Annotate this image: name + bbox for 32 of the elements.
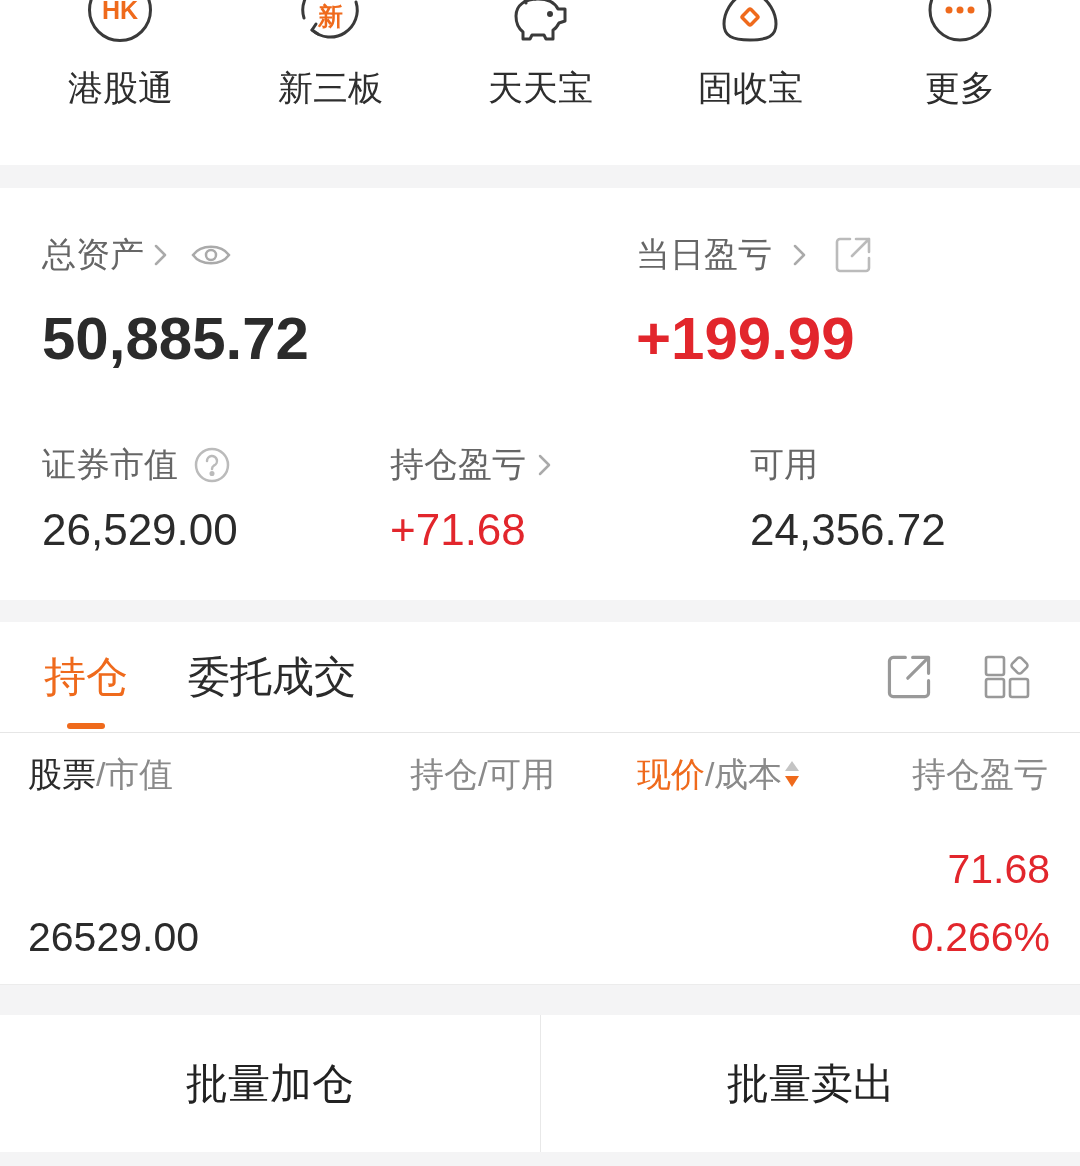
shortcut-button[interactable]: 新 新三板: [277, 0, 383, 109]
total-assets-label: 总资产: [42, 234, 144, 275]
stat-label: 持仓盈亏: [390, 444, 526, 485]
tab[interactable]: 委托成交: [188, 622, 356, 732]
shortcut-button[interactable]: HK 港股通: [67, 0, 173, 109]
shortcut-button[interactable]: 固收宝: [697, 0, 803, 109]
pnl-ratio-cell-text: 0.266%: [910, 913, 1050, 962]
column-header: 持仓/可用: [410, 753, 556, 795]
hk-badge: HK: [88, 0, 152, 42]
column-header: 股票/市值: [28, 753, 174, 795]
help-icon[interactable]: [194, 446, 230, 483]
pnl-cell-text: 71.68: [947, 845, 1050, 894]
external-link-icon[interactable]: [887, 655, 931, 699]
stat-value: 24,356.72: [750, 504, 946, 556]
stat-label: 证券市值: [42, 444, 178, 485]
chevron-right-icon: [793, 242, 807, 267]
cycle-badge: 新: [298, 0, 362, 42]
total-assets-value: 50,885.72: [42, 304, 309, 374]
holding-row[interactable]: 26529.00 71.68 0.266%: [0, 815, 1080, 985]
stat-value: +71.68: [390, 504, 526, 556]
chevron-right-icon: [154, 242, 168, 267]
column-header: 持仓盈亏: [912, 753, 1048, 795]
market-value-cell-text: 26529.00: [28, 913, 199, 962]
shortcut-button[interactable]: 天天宝: [487, 0, 593, 109]
external-link-icon[interactable]: [835, 236, 871, 273]
daily-pnl-label: 当日盈亏: [636, 234, 772, 275]
stat-value: 26,529.00: [42, 504, 238, 556]
stat-label: 可用: [750, 444, 818, 485]
shortcut-button[interactable]: 更多: [925, 0, 995, 109]
daily-pnl-value: +199.99: [636, 304, 855, 374]
chevron-right-icon: [538, 452, 552, 477]
grid-icon[interactable]: [984, 655, 1032, 699]
